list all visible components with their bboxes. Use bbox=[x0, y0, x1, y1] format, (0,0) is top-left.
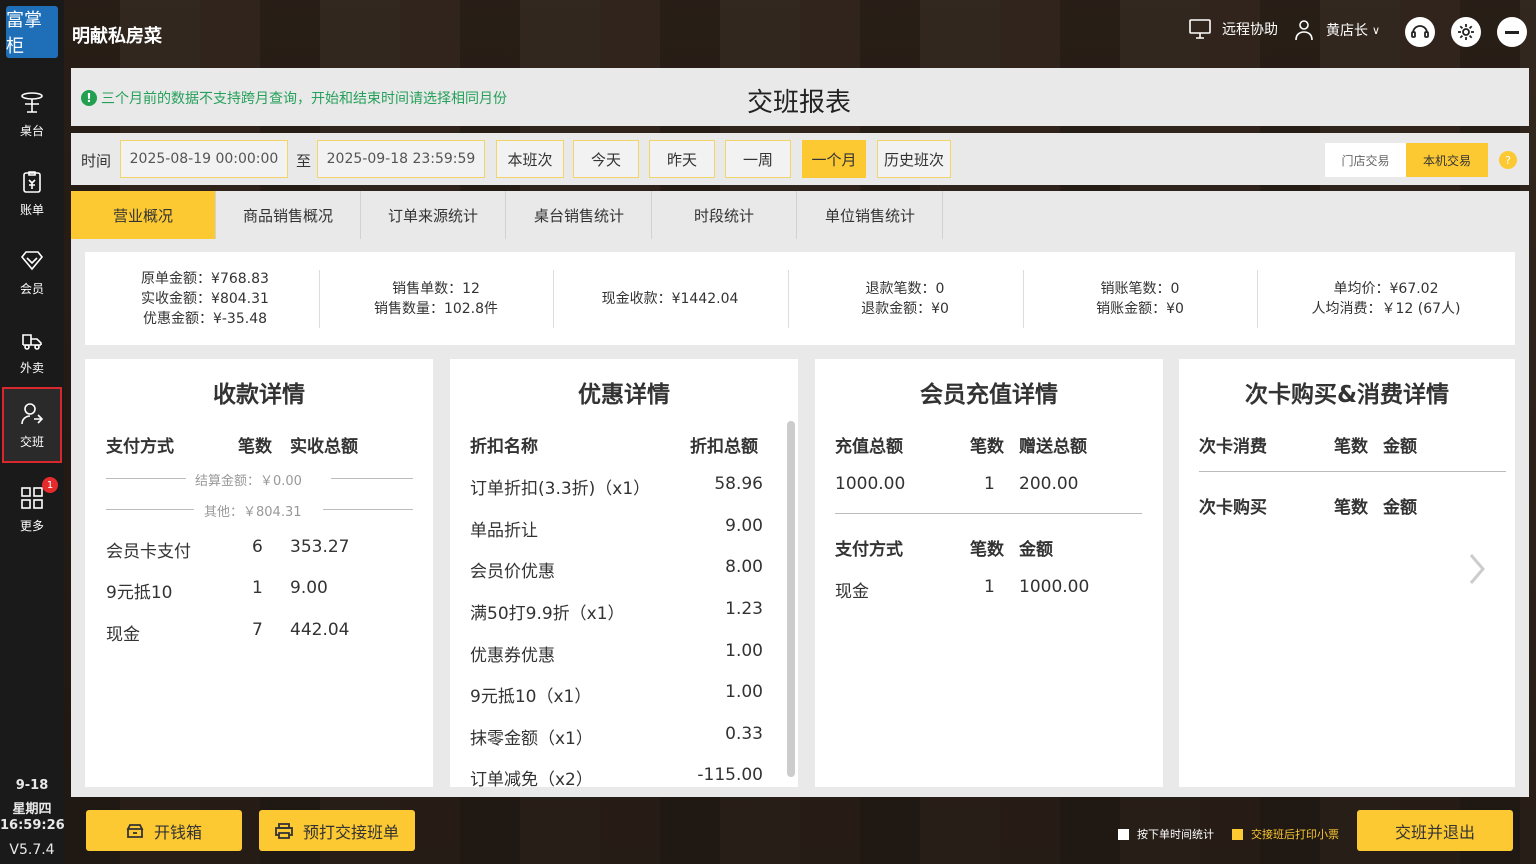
monitor-icon bbox=[1189, 19, 1211, 39]
info-icon: ! bbox=[81, 90, 97, 106]
preprint-shift-button[interactable]: 预打交接班单 bbox=[259, 810, 415, 851]
tab-unit-sales[interactable]: 单位销售统计 bbox=[798, 191, 943, 239]
checkbox[interactable] bbox=[1232, 828, 1243, 840]
user-menu[interactable]: 黄店长 ∨ bbox=[1292, 18, 1380, 42]
table-icon bbox=[21, 91, 43, 113]
scope-store[interactable]: 门店交易 bbox=[1325, 143, 1406, 177]
page-title: 交班报表 bbox=[747, 88, 852, 118]
tab-time-period[interactable]: 时段统计 bbox=[652, 191, 797, 239]
tab-business-overview[interactable]: 营业概况 bbox=[71, 191, 216, 239]
card-title: 收款详情 bbox=[213, 382, 305, 408]
time-label: 时间 bbox=[81, 152, 112, 170]
quick-month[interactable]: 一个月 bbox=[802, 140, 866, 178]
bill-icon bbox=[23, 170, 41, 193]
divider bbox=[1199, 471, 1506, 472]
minus-icon bbox=[1505, 30, 1519, 34]
cash-drawer-icon bbox=[126, 823, 144, 838]
checkbox-print-after-shift[interactable]: 交接班后打印小票 bbox=[1232, 826, 1339, 842]
remote-help-button[interactable]: 远程协助 bbox=[1188, 18, 1278, 40]
recharge-details-card: 会员充值详情 充值总额 笔数 赠送总额 1000.00 1 200.00 支付方… bbox=[815, 359, 1163, 787]
times-card-details-card: 次卡购买&消费详情 次卡消费 笔数 金额 次卡购买 笔数 金额 bbox=[1179, 359, 1515, 787]
tabs: 营业概况 商品销售概况 订单来源统计 桌台销售统计 时段统计 单位销售统计 bbox=[71, 191, 1529, 239]
quick-this-shift[interactable]: 本班次 bbox=[496, 140, 564, 178]
notification-badge: 1 bbox=[42, 477, 58, 493]
user-icon bbox=[1295, 20, 1313, 41]
notice: ! 三个月前的数据不支持跨月查询，开始和结束时间请选择相同月份 bbox=[81, 88, 507, 108]
sidebar-item-more[interactable]: 更多 1 bbox=[2, 471, 62, 547]
checkbox-order-time[interactable]: 按下单时间统计 bbox=[1118, 826, 1214, 842]
delivery-icon bbox=[22, 333, 42, 350]
more-grid-icon bbox=[21, 486, 43, 509]
start-time-input[interactable]: 2025-08-19 00:00:00 bbox=[120, 140, 288, 178]
sidebar-item-tables[interactable]: 桌台 bbox=[2, 76, 62, 152]
sidebar-item-members[interactable]: 会员 bbox=[2, 234, 62, 310]
other-amount-line: 其他：￥804.31 bbox=[204, 505, 302, 520]
summary-panel: 原单金额：¥768.83 实收金额：¥804.31 优惠金额：¥-35.48 销… bbox=[85, 252, 1515, 345]
card-title: 次卡购买&消费详情 bbox=[1244, 382, 1450, 408]
card-title: 优惠详情 bbox=[578, 382, 670, 408]
discount-details-card: 优惠详情 折扣名称 折扣总额 订单折扣(3.3折)（x1） 58.96 单品折让… bbox=[450, 359, 798, 787]
sidebar-item-shift[interactable]: 交班 bbox=[2, 387, 62, 463]
tab-table-sales[interactable]: 桌台销售统计 bbox=[507, 191, 652, 239]
checkbox[interactable] bbox=[1118, 828, 1129, 840]
chevron-down-icon: ∨ bbox=[1372, 23, 1381, 37]
title-bar: ! 三个月前的数据不支持跨月查询，开始和结束时间请选择相同月份 交班报表 bbox=[71, 68, 1529, 126]
sidebar: 富掌柜 桌台 账单 会员 外卖 交班 更多 1 9-18 星期四 16:59:2… bbox=[0, 0, 65, 864]
shift-icon bbox=[21, 402, 44, 424]
tab-product-sales[interactable]: 商品销售概况 bbox=[216, 191, 361, 239]
summary-sales: 销售单数：12 销售数量：102.8件 bbox=[373, 281, 499, 317]
tab-order-source[interactable]: 订单来源统计 bbox=[361, 191, 506, 239]
chevron-right-icon[interactable] bbox=[1465, 549, 1489, 593]
scrollbar-thumb[interactable] bbox=[787, 421, 795, 777]
open-cash-drawer-button[interactable]: 开钱箱 bbox=[86, 810, 242, 851]
quick-history-shifts[interactable]: 历史班次 bbox=[877, 140, 951, 178]
sidebar-date: 9-18 bbox=[15, 778, 49, 793]
summary-writeoff: 销账笔数：0 销账金额：¥0 bbox=[1096, 281, 1184, 317]
headset-icon bbox=[1411, 25, 1429, 38]
minimize-button[interactable] bbox=[1497, 17, 1527, 47]
printer-icon bbox=[275, 822, 293, 839]
summary-amounts: 原单金额：¥768.83 实收金额：¥804.31 优惠金额：¥-35.48 bbox=[141, 271, 269, 327]
sidebar-weekday: 星期四 bbox=[12, 802, 52, 817]
settings-button[interactable] bbox=[1451, 17, 1481, 47]
summary-refund: 退款笔数：0 退款金额：¥0 bbox=[861, 281, 949, 317]
submit-shift-exit-button[interactable]: 交班并退出 bbox=[1357, 810, 1513, 851]
payment-details-card: 收款详情 支付方式 笔数 实收总额 结算金额：￥0.00 其他：￥804.31 … bbox=[85, 359, 433, 787]
version-label: V5.7.4 bbox=[9, 842, 55, 858]
summary-average: 单均价：¥67.02 人均消费：￥12 (67人) bbox=[1311, 281, 1461, 317]
filter-bar: 时间 2025-08-19 00:00:00 至 2025-09-18 23:5… bbox=[71, 133, 1529, 185]
gear-icon bbox=[1458, 24, 1474, 40]
member-icon bbox=[20, 250, 44, 270]
quick-today[interactable]: 今天 bbox=[573, 140, 639, 178]
divider bbox=[835, 513, 1142, 514]
quick-week[interactable]: 一周 bbox=[725, 140, 791, 178]
sidebar-item-bills[interactable]: 账单 bbox=[2, 155, 62, 231]
end-time-input[interactable]: 2025-09-18 23:59:59 bbox=[317, 140, 485, 178]
to-label: 至 bbox=[296, 152, 312, 170]
app-logo: 富掌柜 bbox=[6, 6, 58, 58]
summary-cash: 现金收款：¥1442.04 bbox=[601, 291, 739, 307]
support-button[interactable] bbox=[1405, 17, 1435, 47]
scope-local[interactable]: 本机交易 bbox=[1406, 143, 1488, 177]
scrollbar[interactable] bbox=[787, 421, 795, 777]
sidebar-item-delivery[interactable]: 外卖 bbox=[2, 313, 62, 389]
settle-amount-line: 结算金额：￥0.00 bbox=[195, 474, 302, 489]
card-title: 会员充值详情 bbox=[920, 382, 1058, 408]
help-icon[interactable]: ? bbox=[1499, 151, 1517, 169]
quick-yesterday[interactable]: 昨天 bbox=[649, 140, 715, 178]
sidebar-time: 16:59:26 bbox=[0, 818, 65, 833]
store-name: 明献私房菜 bbox=[72, 26, 162, 47]
